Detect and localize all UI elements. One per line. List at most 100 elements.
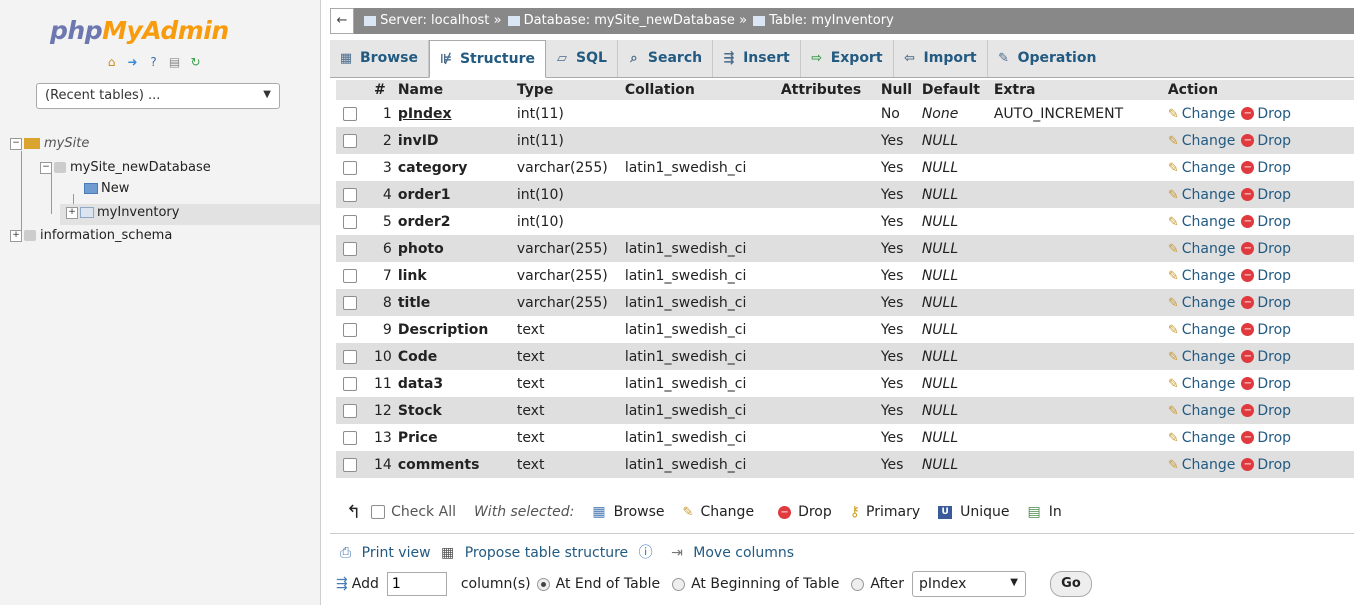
drop-action[interactable]: − Drop — [1235, 106, 1291, 122]
docs-icon[interactable]: ▤ — [167, 55, 182, 70]
tab-operations[interactable]: ✎ Operation — [988, 40, 1107, 77]
expand-icon[interactable]: + — [10, 229, 22, 242]
row-checkbox[interactable] — [343, 241, 357, 256]
drop-link[interactable]: Drop — [1257, 322, 1291, 338]
tree-node-table[interactable]: + myInventory — [66, 205, 179, 220]
drop-link[interactable]: Drop — [1257, 376, 1291, 392]
change-link[interactable]: Change — [1182, 322, 1236, 338]
table-row[interactable]: 4 order1 int(10) Yes NULL ✎ Change − Drop — [336, 181, 1354, 208]
row-checkbox[interactable] — [343, 160, 357, 175]
table-row[interactable]: 13 Price text latin1_swedish_ci Yes NULL ✎ Chan… — [336, 424, 1354, 451]
change-link[interactable]: Change — [1182, 133, 1236, 149]
row-checkbox[interactable] — [343, 322, 357, 337]
drop-action[interactable]: − Drop — [1235, 295, 1291, 311]
drop-link[interactable]: Drop — [1257, 241, 1291, 257]
exit-icon[interactable]: ➜ — [125, 55, 140, 70]
row-checkbox[interactable] — [343, 295, 357, 310]
table-row[interactable]: 2 invID int(11) Yes NULL ✎ Change − Drop — [336, 127, 1354, 154]
bulk-unique-button[interactable]: U Unique — [938, 504, 1010, 520]
row-checkbox[interactable] — [343, 376, 357, 391]
drop-action[interactable]: − Drop — [1235, 241, 1291, 257]
row-checkbox[interactable] — [343, 430, 357, 445]
after-label[interactable]: After — [870, 576, 904, 592]
drop-action[interactable]: − Drop — [1235, 457, 1291, 473]
after-column-select[interactable]: pIndex ▼ — [911, 571, 1026, 597]
phpmyadmin-logo[interactable]: phpMyAdmin — [50, 16, 229, 45]
change-action[interactable]: ✎ Change — [1168, 430, 1236, 446]
propose-structure-link[interactable]: Propose table structure — [465, 545, 628, 561]
change-link[interactable]: Change — [1182, 241, 1236, 257]
drop-action[interactable]: − Drop — [1235, 268, 1291, 284]
header-extra[interactable]: Extra — [993, 80, 1168, 100]
row-checkbox[interactable] — [343, 457, 357, 472]
breadcrumb-database[interactable]: Database: mySite_newDatabase — [524, 13, 735, 28]
collapse-icon[interactable]: − — [10, 137, 22, 150]
change-action[interactable]: ✎ Change — [1168, 214, 1236, 230]
table-row[interactable]: 12 Stock text latin1_swedish_ci Yes NULL ✎ Chan… — [336, 397, 1354, 424]
bulk-change-button[interactable]: ✎ Change — [683, 504, 755, 520]
drop-link[interactable]: Drop — [1257, 268, 1291, 284]
go-button[interactable]: Go — [1049, 571, 1092, 597]
change-action[interactable]: ✎ Change — [1168, 106, 1236, 122]
breadcrumb-server[interactable]: Server: localhost — [380, 13, 489, 28]
drop-action[interactable]: − Drop — [1235, 187, 1291, 203]
reload-icon[interactable]: ↻ — [188, 55, 203, 70]
drop-link[interactable]: Drop — [1257, 160, 1291, 176]
expand-icon[interactable]: + — [66, 206, 78, 219]
drop-link[interactable]: Drop — [1257, 187, 1291, 203]
table-row[interactable]: 11 data3 text latin1_swedish_ci Yes NULL ✎ Chan… — [336, 370, 1354, 397]
at-end-radio[interactable] — [536, 577, 550, 591]
header-null[interactable]: Null — [880, 80, 922, 100]
tree-node-database[interactable]: − mySite_newDatabase — [40, 160, 211, 175]
drop-link[interactable]: Drop — [1257, 457, 1291, 473]
header-type[interactable]: Type — [516, 80, 625, 100]
bulk-browse-button[interactable]: ▦ Browse — [592, 504, 664, 520]
table-row[interactable]: 6 photo varchar(255) latin1_swedish_ci Yes NU… — [336, 235, 1354, 262]
column-count-input[interactable] — [386, 572, 447, 596]
table-row[interactable]: 7 link varchar(255) latin1_swedish_ci Yes NUL… — [336, 262, 1354, 289]
print-view-link[interactable]: Print view — [362, 545, 431, 561]
change-link[interactable]: Change — [1182, 160, 1236, 176]
drop-link[interactable]: Drop — [1257, 133, 1291, 149]
drop-action[interactable]: − Drop — [1235, 349, 1291, 365]
drop-action[interactable]: − Drop — [1235, 322, 1291, 338]
drop-action[interactable]: − Drop — [1235, 376, 1291, 392]
change-link[interactable]: Change — [1182, 457, 1236, 473]
change-action[interactable]: ✎ Change — [1168, 133, 1236, 149]
check-all[interactable]: Check All — [371, 504, 456, 520]
table-row[interactable]: 10 Code text latin1_swedish_ci Yes NULL ✎ Chang… — [336, 343, 1354, 370]
tree-node-server[interactable]: − mySite — [10, 136, 89, 151]
tab-export[interactable]: ⇨ Export — [801, 40, 894, 77]
change-link[interactable]: Change — [1182, 214, 1236, 230]
home-icon[interactable]: ⌂ — [104, 55, 119, 70]
move-columns-link[interactable]: Move columns — [693, 545, 794, 561]
change-link[interactable]: Change — [1182, 295, 1236, 311]
back-arrow-icon[interactable]: ← — [330, 8, 354, 34]
header-attributes[interactable]: Attributes — [780, 80, 881, 100]
help-icon[interactable]: ? — [146, 55, 161, 70]
row-checkbox[interactable] — [343, 349, 357, 364]
change-action[interactable]: ✎ Change — [1168, 268, 1236, 284]
change-action[interactable]: ✎ Change — [1168, 349, 1236, 365]
change-link[interactable]: Change — [1182, 187, 1236, 203]
change-action[interactable]: ✎ Change — [1168, 241, 1236, 257]
row-checkbox[interactable] — [343, 133, 357, 148]
drop-action[interactable]: − Drop — [1235, 160, 1291, 176]
breadcrumb-table[interactable]: Table: myInventory — [769, 13, 894, 28]
tab-import[interactable]: ⇦ Import — [894, 40, 988, 77]
change-action[interactable]: ✎ Change — [1168, 376, 1236, 392]
check-all-checkbox[interactable] — [371, 505, 386, 519]
tab-search[interactable]: ⌕ Search — [618, 40, 714, 77]
change-link[interactable]: Change — [1182, 403, 1236, 419]
after-radio[interactable] — [851, 577, 865, 591]
change-link[interactable]: Change — [1182, 268, 1236, 284]
collapse-icon[interactable]: − — [40, 161, 52, 174]
bulk-drop-button[interactable]: − Drop — [772, 504, 832, 520]
row-checkbox[interactable] — [343, 214, 357, 229]
change-action[interactable]: ✎ Change — [1168, 322, 1236, 338]
at-end-label[interactable]: At End of Table — [556, 576, 660, 592]
drop-link[interactable]: Drop — [1257, 430, 1291, 446]
header-name[interactable]: Name — [397, 80, 517, 100]
table-row[interactable]: 3 category varchar(255) latin1_swedish_ci Ye… — [336, 154, 1354, 181]
row-checkbox[interactable] — [343, 403, 357, 418]
